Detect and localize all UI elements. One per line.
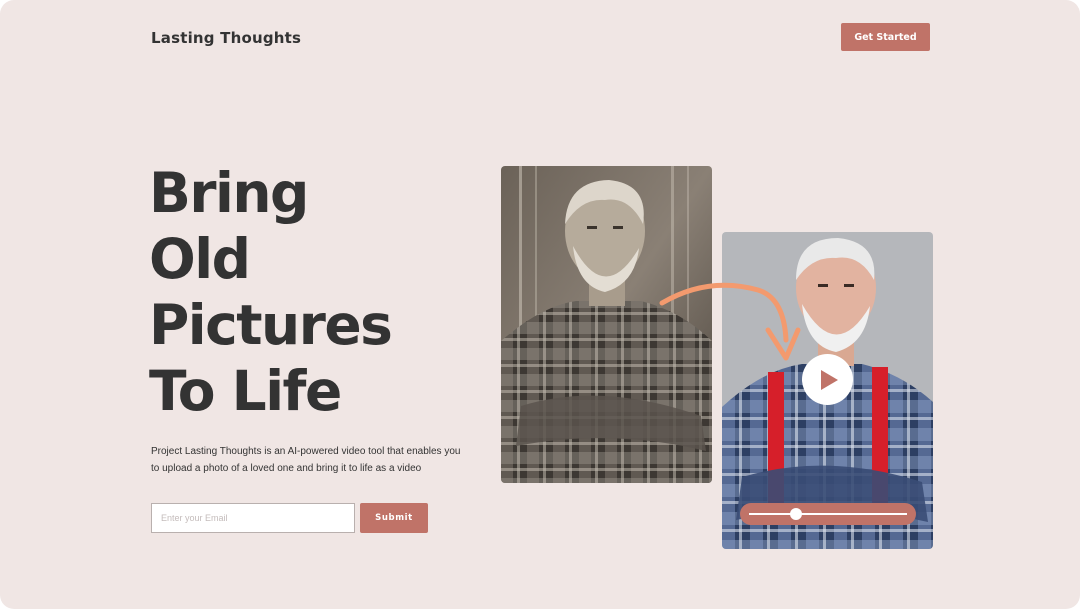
play-button[interactable]	[802, 354, 853, 405]
brand-logo[interactable]: Lasting Thoughts	[151, 29, 301, 47]
hero-headline: Bring Old Pictures To Life	[149, 160, 393, 424]
headline-line: Pictures	[149, 293, 393, 357]
email-input[interactable]	[151, 503, 355, 533]
headline-line: To Life	[149, 359, 342, 423]
headline-line: Old	[149, 227, 251, 291]
page-background: Lasting Thoughts Get Started Bring Old P…	[0, 0, 1080, 609]
curved-arrow-icon	[659, 282, 801, 361]
submit-button[interactable]: Submit	[360, 503, 428, 533]
progress-track	[749, 513, 907, 515]
headline-line: Bring	[149, 161, 309, 225]
progress-handle[interactable]	[790, 508, 803, 520]
video-progress-bar[interactable]	[740, 503, 916, 525]
hero-description: Project Lasting Thoughts is an AI-powere…	[151, 446, 461, 474]
play-icon	[820, 369, 838, 390]
get-started-button[interactable]: Get Started	[841, 23, 930, 51]
